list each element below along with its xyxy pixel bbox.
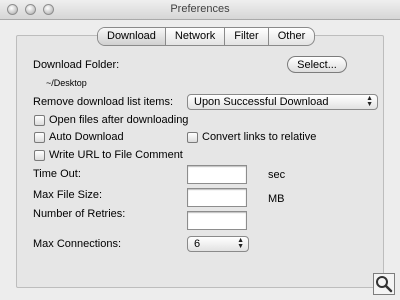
- popup-arrows-icon: ▲ ▼: [237, 237, 244, 250]
- download-folder-label: Download Folder:: [33, 59, 120, 71]
- magnifier-button[interactable]: [373, 273, 395, 295]
- download-folder-path: ~/Desktop: [46, 78, 87, 88]
- write-url-label: Write URL to File Comment: [49, 149, 183, 161]
- open-files-checkbox[interactable]: [34, 115, 45, 126]
- max-file-size-field[interactable]: [187, 188, 247, 207]
- auto-download-checkbox[interactable]: [34, 132, 45, 143]
- tab-download[interactable]: Download: [98, 28, 166, 45]
- retries-field[interactable]: [187, 211, 247, 230]
- time-out-label: Time Out:: [33, 168, 81, 180]
- max-file-size-unit: MB: [268, 193, 285, 205]
- window-title: Preferences: [170, 3, 230, 15]
- popup-arrows-icon: ▲ ▼: [366, 95, 373, 108]
- max-file-size-label: Max File Size:: [33, 189, 103, 201]
- convert-links-checkbox[interactable]: [187, 132, 198, 143]
- open-files-label: Open files after downloading: [49, 114, 189, 126]
- tab-other[interactable]: Other: [269, 28, 315, 45]
- auto-download-label: Auto Download: [49, 131, 124, 143]
- retries-label: Number of Retries:: [33, 208, 126, 220]
- tab-bar: Download Network Filter Other: [97, 27, 316, 46]
- max-connections-label: Max Connections:: [33, 238, 122, 250]
- magnifier-icon: [376, 276, 393, 293]
- remove-items-popup[interactable]: Upon Successful Download ▲ ▼: [187, 94, 378, 110]
- select-folder-button[interactable]: Select...: [287, 56, 347, 73]
- tab-network[interactable]: Network: [166, 28, 226, 45]
- title-bar: Preferences: [0, 0, 400, 20]
- tab-filter[interactable]: Filter: [225, 28, 269, 45]
- remove-items-label: Remove download list items:: [33, 96, 174, 108]
- max-connections-popup[interactable]: 6 ▲ ▼: [187, 236, 249, 252]
- remove-items-value: Upon Successful Download: [194, 96, 329, 108]
- time-out-unit: sec: [268, 169, 286, 181]
- convert-links-label: Convert links to relative: [202, 131, 317, 143]
- max-connections-value: 6: [194, 238, 201, 250]
- time-out-field[interactable]: [187, 165, 247, 184]
- write-url-checkbox[interactable]: [34, 150, 45, 161]
